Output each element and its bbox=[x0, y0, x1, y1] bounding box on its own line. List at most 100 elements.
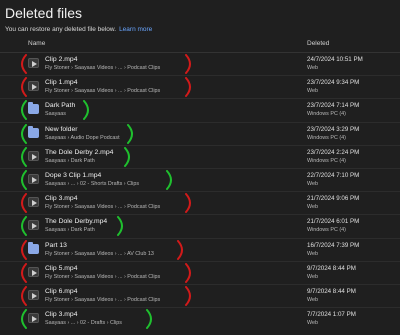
deleted-date: 23/7/2024 3:29 PM bbox=[307, 125, 360, 133]
video-icon bbox=[28, 81, 39, 92]
red-bracket-left-annotation bbox=[21, 54, 27, 74]
file-row[interactable]: Clip 6.mp4 Fly Stoner › Saayaas Videos › … bbox=[0, 283, 400, 307]
deleted-date: 21/7/2024 6:01 PM bbox=[307, 218, 360, 226]
folder-icon bbox=[28, 125, 39, 138]
green-bracket-left-annotation bbox=[21, 100, 27, 121]
green-bracket-right-annotation bbox=[165, 169, 172, 190]
file-name: Clip 6.mp4 bbox=[45, 287, 78, 295]
deleted-from: Windows PC (4) bbox=[307, 227, 346, 234]
file-row[interactable]: Clip 3.mp4 Saayaas › ... › 02 - Drafts › … bbox=[0, 307, 400, 330]
video-icon bbox=[28, 197, 39, 208]
learn-more-link[interactable]: Learn more bbox=[119, 26, 152, 33]
file-row[interactable]: New folder Saayaas › Audio Dope Podcast 23… bbox=[0, 121, 400, 145]
video-icon bbox=[28, 266, 39, 277]
deleted-from: Web bbox=[307, 250, 318, 257]
deleted-from: Web bbox=[307, 88, 318, 95]
file-name: Clip 3.mp4 bbox=[45, 311, 78, 319]
column-header-deleted[interactable]: Deleted bbox=[307, 40, 329, 47]
file-row[interactable]: Dope 3 Clip 1.mp4 Saayaas › ... › 02 - Sh… bbox=[0, 167, 400, 191]
green-bracket-right-annotation bbox=[116, 216, 123, 237]
file-name: New folder bbox=[45, 125, 78, 133]
file-path: Fly Stoner › Saayaas Videos › ... › Podc… bbox=[45, 204, 161, 211]
red-bracket-right-annotation bbox=[176, 239, 183, 260]
file-path: Saayaas bbox=[45, 111, 66, 118]
red-bracket-right-annotation bbox=[184, 54, 191, 74]
deleted-date: 9/7/2024 8:44 PM bbox=[307, 287, 356, 295]
file-path: Saayaas › Audio Dope Podcast bbox=[45, 134, 120, 141]
video-icon bbox=[28, 289, 39, 300]
video-icon bbox=[28, 220, 39, 231]
file-path: Saayaas › ... › 02 - Shorts Drafts › Cli… bbox=[45, 180, 140, 187]
file-name: Dope 3 Clip 1.mp4 bbox=[45, 171, 102, 179]
file-path: Fly Stoner › Saayaas Videos › ... › Podc… bbox=[45, 65, 161, 71]
deleted-from: Windows PC (4) bbox=[307, 134, 346, 141]
file-row[interactable]: The Dole Derby.mp4 Saayaas › Dark Path 21/… bbox=[0, 214, 400, 237]
file-path: Saayaas › Dark Path bbox=[45, 227, 95, 234]
red-bracket-right-annotation bbox=[184, 285, 191, 306]
deleted-date: 16/7/2024 7:39 PM bbox=[307, 241, 360, 249]
page-subtitle: You can restore any deleted file below. L… bbox=[5, 26, 152, 33]
green-bracket-right-annotation bbox=[127, 123, 133, 144]
subtitle-text: You can restore any deleted file below. bbox=[5, 26, 117, 33]
column-header: Name Deleted bbox=[0, 40, 400, 52]
folder-icon bbox=[28, 241, 39, 254]
file-row[interactable]: Part 13 Fly Stoner › Saayaas Videos › ...… bbox=[0, 237, 400, 261]
file-row[interactable]: Dark Path Saayaas 23/7/2024 7:14 PM Windows… bbox=[0, 98, 400, 121]
red-bracket-left-annotation bbox=[21, 239, 27, 260]
red-bracket-left-annotation bbox=[21, 77, 27, 98]
deleted-date: 24/7/2024 10:51 PM bbox=[307, 56, 363, 63]
file-name: The Dole Derby 2.mp4 bbox=[45, 148, 114, 156]
red-bracket-left-annotation bbox=[21, 262, 27, 283]
file-name: Clip 5.mp4 bbox=[45, 264, 78, 272]
deleted-from: Windows PC (4) bbox=[307, 111, 346, 118]
file-path: Saayaas › Dark Path bbox=[45, 157, 95, 164]
deleted-date: 7/7/2024 1:07 PM bbox=[307, 311, 356, 319]
video-icon bbox=[28, 313, 39, 324]
page-title: Deleted files bbox=[5, 5, 83, 21]
file-path: Fly Stoner › Saayaas Videos › ... › Podc… bbox=[45, 296, 161, 303]
deleted-from: Web bbox=[307, 204, 318, 211]
red-bracket-right-annotation bbox=[184, 193, 191, 214]
file-path: Fly Stoner › Saayaas Videos › ... › AV C… bbox=[45, 250, 154, 257]
deleted-from: Web bbox=[307, 65, 318, 71]
green-bracket-left-annotation bbox=[21, 123, 27, 144]
video-icon bbox=[28, 58, 39, 68]
green-bracket-left-annotation bbox=[21, 309, 27, 330]
folder-icon bbox=[28, 102, 39, 115]
deleted-files-list: Clip 2.mp4 Fly Stoner › Saayaas Videos › … bbox=[0, 52, 400, 330]
deleted-date: 23/7/2024 7:14 PM bbox=[307, 102, 360, 110]
video-icon bbox=[28, 150, 39, 161]
green-bracket-right-annotation bbox=[83, 100, 90, 121]
deleted-date: 23/7/2024 2:24 PM bbox=[307, 148, 360, 156]
green-bracket-right-annotation bbox=[146, 309, 153, 330]
file-row[interactable]: Clip 1.mp4 Fly Stoner › Saayaas Videos › … bbox=[0, 75, 400, 98]
deleted-from: Web bbox=[307, 273, 318, 280]
green-bracket-left-annotation bbox=[21, 146, 27, 167]
file-path: Saayaas › ... › 02 - Drafts › Clips bbox=[45, 320, 122, 327]
deleted-from: Windows PC (4) bbox=[307, 157, 346, 164]
column-header-name[interactable]: Name bbox=[28, 40, 45, 47]
red-bracket-right-annotation bbox=[184, 262, 191, 283]
red-bracket-right-annotation bbox=[184, 77, 191, 98]
red-bracket-left-annotation bbox=[21, 193, 27, 214]
deleted-date: 22/7/2024 7:10 PM bbox=[307, 171, 360, 179]
green-bracket-left-annotation bbox=[21, 216, 27, 237]
deleted-from: Web bbox=[307, 180, 318, 187]
file-name: Clip 1.mp4 bbox=[45, 79, 78, 87]
file-row[interactable]: Clip 5.mp4 Fly Stoner › Saayaas Videos › … bbox=[0, 260, 400, 284]
green-bracket-right-annotation bbox=[124, 146, 130, 167]
file-path: Fly Stoner › Saayaas Videos › ... › Podc… bbox=[45, 273, 161, 280]
deleted-date: 23/7/2024 9:34 PM bbox=[307, 79, 360, 87]
green-bracket-left-annotation bbox=[21, 169, 27, 190]
deleted-from: Web bbox=[307, 296, 318, 303]
file-name: Dark Path bbox=[45, 102, 76, 110]
video-icon bbox=[28, 173, 39, 184]
file-row[interactable]: Clip 2.mp4 Fly Stoner › Saayaas Videos › … bbox=[0, 52, 400, 75]
deleted-date: 21/7/2024 9:06 PM bbox=[307, 195, 360, 203]
deleted-from: Web bbox=[307, 320, 318, 327]
file-row[interactable]: The Dole Derby 2.mp4 Saayaas › Dark Path 2… bbox=[0, 144, 400, 168]
deleted-date: 9/7/2024 8:44 PM bbox=[307, 264, 356, 272]
file-name: Part 13 bbox=[45, 241, 67, 249]
file-row[interactable]: Clip 3.mp4 Fly Stoner › Saayaas Videos › … bbox=[0, 191, 400, 214]
red-bracket-left-annotation bbox=[21, 285, 27, 306]
